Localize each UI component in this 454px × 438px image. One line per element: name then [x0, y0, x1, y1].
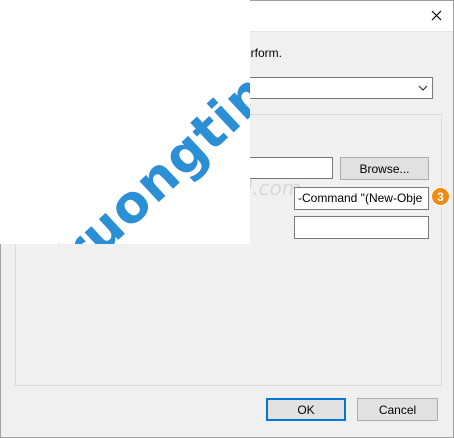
close-button[interactable] — [425, 5, 447, 25]
watermark-overlay: Truongtin.top — [0, 0, 250, 244]
logo-part-1: Truongtin — [26, 62, 250, 244]
cancel-button[interactable]: Cancel — [357, 398, 438, 421]
chevron-down-icon — [418, 85, 428, 91]
close-icon — [431, 10, 441, 20]
browse-button[interactable]: Browse... — [340, 157, 429, 180]
start-in-input[interactable] — [294, 216, 429, 239]
action-select[interactable] — [249, 77, 433, 99]
ok-button[interactable]: OK — [266, 398, 346, 421]
arguments-input[interactable]: -Command "(New-Obje — [294, 187, 429, 210]
step-badge: 3 — [431, 187, 450, 206]
logo-watermark: Truongtin.top — [27, 0, 250, 244]
